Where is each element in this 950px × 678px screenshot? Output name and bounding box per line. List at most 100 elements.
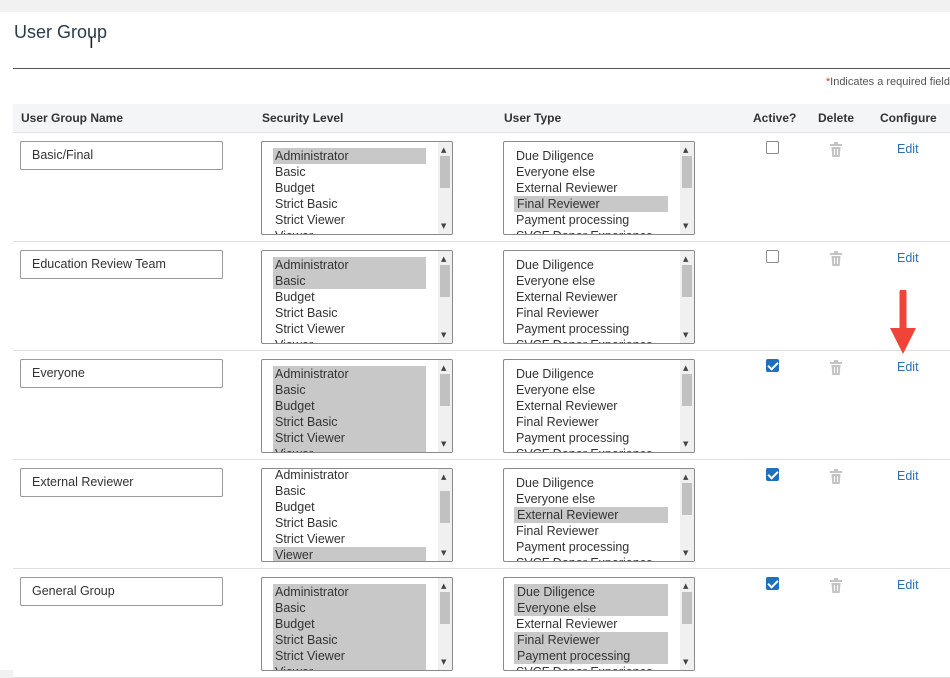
scroll-thumb[interactable] (440, 265, 450, 297)
listbox-option[interactable]: Strict Basic (273, 414, 426, 430)
scroll-down-icon[interactable]: ▼ (683, 658, 688, 666)
trash-icon[interactable] (829, 360, 843, 376)
trash-icon[interactable] (829, 469, 843, 485)
listbox-option[interactable]: Strict Basic (262, 515, 438, 531)
listbox-option[interactable]: Viewer (262, 337, 438, 343)
scroll-up-icon[interactable]: ▲ (683, 255, 688, 263)
listbox-option[interactable]: Administrator (273, 148, 426, 164)
group-name-input[interactable]: Basic/Final (20, 141, 223, 170)
listbox-option[interactable]: Due Diligence (514, 584, 668, 600)
listbox-option[interactable]: Due Diligence (504, 366, 680, 382)
scroll-down-icon[interactable]: ▼ (441, 658, 446, 666)
listbox-option[interactable]: SVCF Donor Experience (504, 446, 680, 452)
listbox-option[interactable]: Strict Basic (262, 196, 438, 212)
edit-link[interactable]: Edit (897, 251, 919, 265)
listbox-scrollbar[interactable]: ▲ ▼ (438, 469, 452, 561)
listbox-option[interactable]: Everyone else (504, 273, 680, 289)
listbox-scrollbar[interactable]: ▲ ▼ (438, 251, 452, 343)
scroll-up-icon[interactable]: ▲ (441, 473, 446, 481)
listbox-option[interactable]: Strict Viewer (262, 212, 438, 228)
scroll-thumb[interactable] (682, 374, 692, 406)
listbox-option[interactable]: Final Reviewer (514, 632, 668, 648)
scroll-thumb[interactable] (682, 483, 692, 515)
listbox-option[interactable]: Payment processing (504, 430, 680, 446)
scroll-up-icon[interactable]: ▲ (683, 582, 688, 590)
security-level-listbox[interactable]: Administrator Basic Budget Strict Basic Stri… (261, 468, 453, 562)
active-checkbox[interactable] (766, 577, 779, 590)
scroll-thumb[interactable] (440, 491, 450, 523)
listbox-option[interactable]: External Reviewer (504, 180, 680, 196)
scroll-up-icon[interactable]: ▲ (441, 364, 446, 372)
group-name-input[interactable]: Education Review Team (20, 250, 223, 279)
listbox-option[interactable]: Due Diligence (504, 475, 680, 491)
scroll-up-icon[interactable]: ▲ (683, 364, 688, 372)
scroll-down-icon[interactable]: ▼ (441, 222, 446, 230)
listbox-option[interactable]: Budget (273, 398, 426, 414)
trash-icon[interactable] (829, 251, 843, 267)
listbox-option[interactable]: Basic (273, 600, 426, 616)
active-checkbox[interactable] (766, 359, 779, 372)
user-type-listbox[interactable]: Due Diligence Everyone else External Revie… (503, 250, 695, 344)
listbox-option[interactable]: Budget (262, 499, 438, 515)
listbox-scrollbar[interactable]: ▲ ▼ (438, 142, 452, 234)
scroll-up-icon[interactable]: ▲ (683, 473, 688, 481)
listbox-option[interactable]: Everyone else (504, 164, 680, 180)
listbox-option[interactable]: Administrator (262, 469, 438, 483)
user-type-listbox[interactable]: Due Diligence Everyone else External Revie… (503, 359, 695, 453)
edit-link[interactable]: Edit (897, 469, 919, 483)
listbox-scrollbar[interactable]: ▲ ▼ (680, 251, 694, 343)
scroll-down-icon[interactable]: ▼ (683, 440, 688, 448)
listbox-option[interactable]: External Reviewer (504, 616, 680, 632)
listbox-option[interactable]: External Reviewer (504, 289, 680, 305)
listbox-option[interactable]: Administrator (273, 584, 426, 600)
scroll-thumb[interactable] (682, 265, 692, 297)
user-type-listbox[interactable]: Due Diligence Everyone else External Revie… (503, 468, 695, 562)
listbox-option[interactable]: Due Diligence (504, 257, 680, 273)
listbox-option[interactable]: Basic (273, 273, 426, 289)
group-name-input[interactable]: Everyone (20, 359, 223, 388)
scroll-up-icon[interactable]: ▲ (441, 255, 446, 263)
listbox-scrollbar[interactable]: ▲ ▼ (680, 578, 694, 670)
listbox-option[interactable]: External Reviewer (514, 507, 668, 523)
active-checkbox[interactable] (766, 250, 779, 263)
listbox-option[interactable]: Viewer (262, 228, 438, 234)
listbox-scrollbar[interactable]: ▲ ▼ (438, 360, 452, 452)
listbox-option[interactable]: Payment processing (514, 648, 668, 664)
listbox-option[interactable]: SVCF Donor Experience (504, 228, 680, 234)
edit-link[interactable]: Edit (897, 360, 919, 374)
listbox-option[interactable]: Everyone else (504, 382, 680, 398)
scroll-thumb[interactable] (440, 374, 450, 406)
listbox-option[interactable]: Budget (262, 289, 438, 305)
group-name-input[interactable]: General Group (20, 577, 223, 606)
listbox-option[interactable]: Basic (273, 382, 426, 398)
listbox-option[interactable]: Payment processing (504, 212, 680, 228)
active-checkbox[interactable] (766, 141, 779, 154)
scroll-down-icon[interactable]: ▼ (683, 222, 688, 230)
listbox-option[interactable]: Budget (262, 180, 438, 196)
listbox-option[interactable]: Final Reviewer (504, 414, 680, 430)
edit-link[interactable]: Edit (897, 142, 919, 156)
scroll-up-icon[interactable]: ▲ (441, 146, 446, 154)
listbox-option[interactable]: Everyone else (514, 600, 668, 616)
scroll-down-icon[interactable]: ▼ (683, 549, 688, 557)
listbox-option[interactable]: Strict Viewer (273, 430, 426, 446)
group-name-input[interactable]: External Reviewer (20, 468, 223, 497)
listbox-option[interactable]: Basic (262, 164, 438, 180)
scroll-down-icon[interactable]: ▼ (683, 331, 688, 339)
listbox-option[interactable]: Payment processing (504, 321, 680, 337)
listbox-scrollbar[interactable]: ▲ ▼ (680, 469, 694, 561)
listbox-option[interactable]: Final Reviewer (504, 523, 680, 539)
edit-link[interactable]: Edit (897, 578, 919, 592)
listbox-option[interactable]: Basic (262, 483, 438, 499)
scroll-up-icon[interactable]: ▲ (683, 146, 688, 154)
scroll-down-icon[interactable]: ▼ (441, 440, 446, 448)
listbox-scrollbar[interactable]: ▲ ▼ (680, 142, 694, 234)
scroll-down-icon[interactable]: ▼ (441, 549, 446, 557)
listbox-option[interactable]: Administrator (273, 366, 426, 382)
listbox-option[interactable]: Strict Viewer (262, 531, 438, 547)
listbox-option[interactable]: Strict Basic (262, 305, 438, 321)
scroll-up-icon[interactable]: ▲ (441, 582, 446, 590)
listbox-option[interactable]: Strict Viewer (273, 648, 426, 664)
active-checkbox[interactable] (766, 468, 779, 481)
listbox-scrollbar[interactable]: ▲ ▼ (680, 360, 694, 452)
